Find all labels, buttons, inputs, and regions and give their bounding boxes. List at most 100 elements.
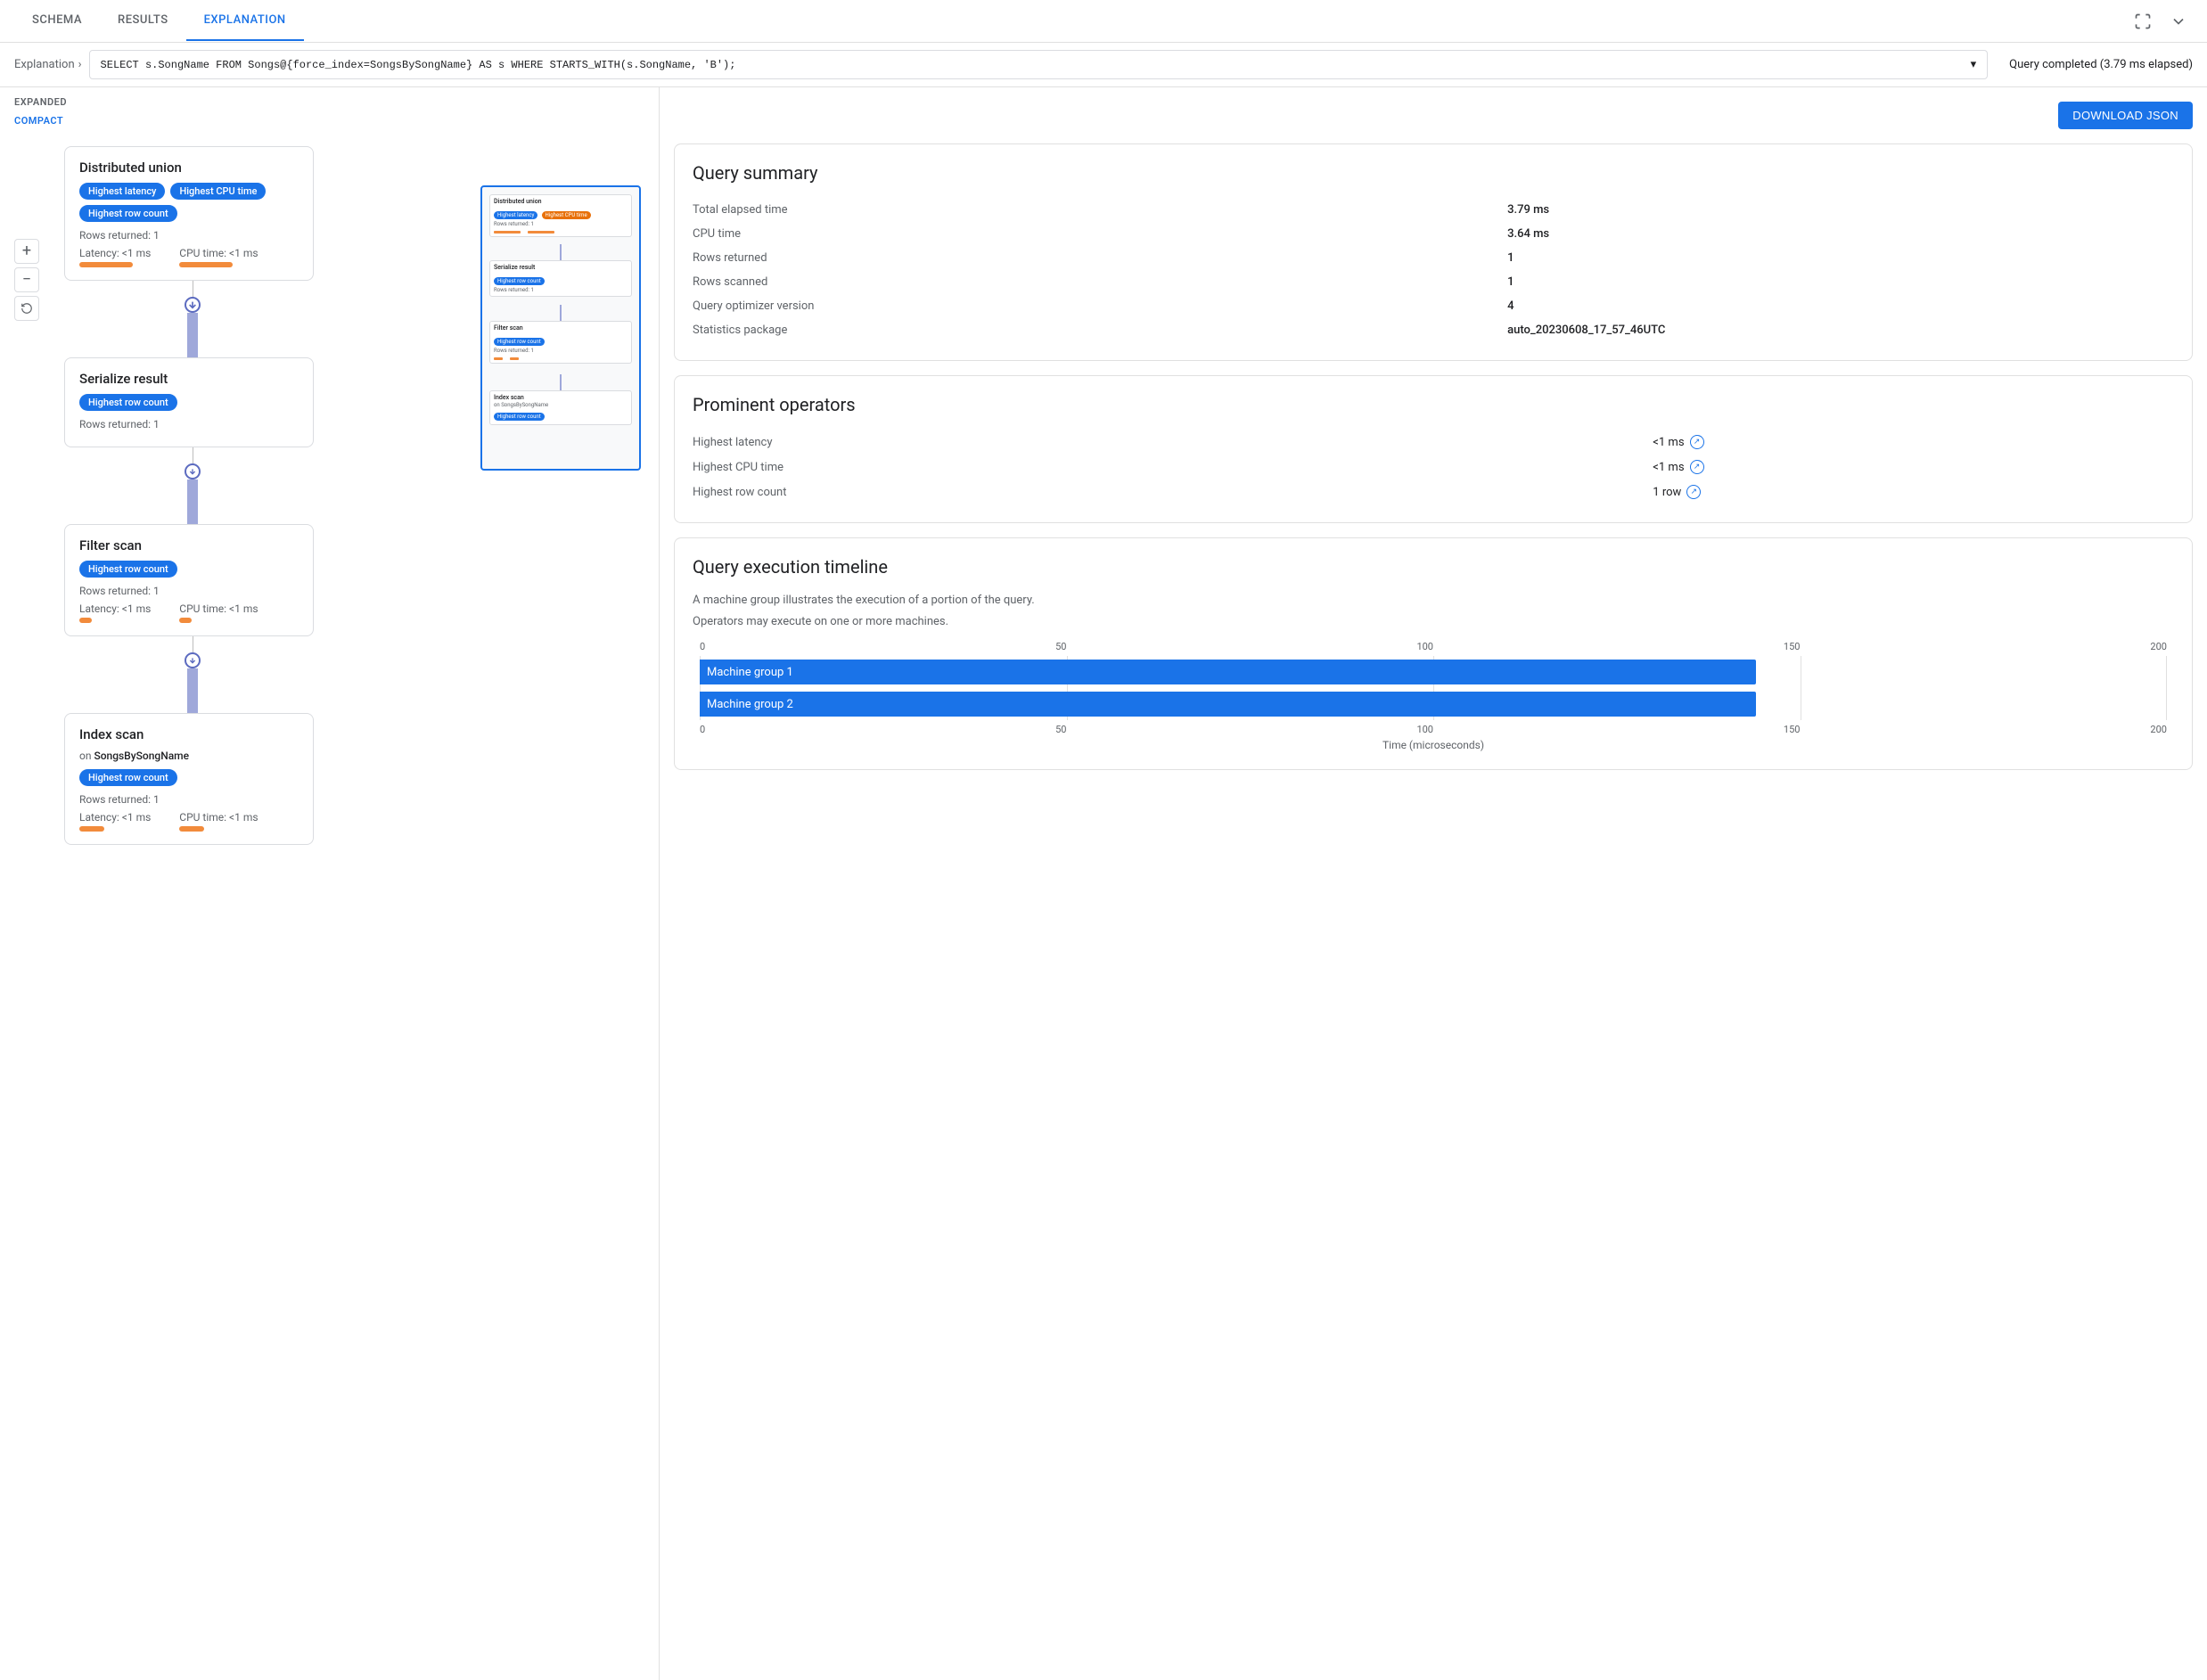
- bar-bg-2: Machine group 2: [700, 692, 2167, 717]
- cpu-metric-filter: CPU time: <1 ms: [179, 602, 258, 623]
- summary-row-stats: Statistics package auto_20230608_17_57_4…: [693, 318, 2174, 342]
- connector-3: [185, 636, 201, 713]
- bar-bg-1: Machine group 1: [700, 660, 2167, 684]
- diagram-area: + − Distributed union Highest latency Hi…: [0, 132, 659, 1680]
- query-input[interactable]: SELECT s.SongName FROM Songs@{force_inde…: [89, 50, 1989, 79]
- compact-view-btn[interactable]: COMPACT: [14, 113, 659, 128]
- badge-serialize-row-count: Highest row count: [79, 394, 177, 411]
- badge-highest-cpu-time: Highest CPU time: [170, 183, 266, 200]
- top-right-actions: [2129, 7, 2193, 36]
- node-serialize-result[interactable]: Serialize result Highest row count Rows …: [64, 357, 314, 447]
- summary-label-elapsed: Total elapsed time: [693, 198, 1507, 222]
- badges-filter-scan: Highest row count: [79, 561, 299, 578]
- mini-node-4: Index scan on SongsBySongName Highest ro…: [489, 390, 632, 425]
- op-val-rowcount-text: 1 row: [1653, 486, 1681, 499]
- tab-results[interactable]: RESULTS: [100, 1, 186, 41]
- bar-row-2: Machine group 2: [700, 692, 2167, 717]
- download-json-button[interactable]: DOWNLOAD JSON: [2058, 102, 2193, 129]
- fullscreen-icon[interactable]: [2129, 7, 2157, 36]
- summary-label-cpu: CPU time: [693, 222, 1507, 246]
- node-title-filter-scan: Filter scan: [79, 537, 299, 553]
- op-row-rowcount: Highest row count 1 row ↗: [693, 479, 2174, 504]
- node-filter-scan[interactable]: Filter scan Highest row count Rows retur…: [64, 524, 314, 636]
- bar-fill-2[interactable]: Machine group 2: [700, 692, 1756, 717]
- rows-returned-serialize: Rows returned: 1: [79, 418, 299, 430]
- summary-row-optimizer: Query optimizer version 4: [693, 294, 2174, 318]
- summary-row-rows-returned: Rows returned 1: [693, 246, 2174, 270]
- x-label-bot-50: 50: [1055, 724, 1066, 735]
- query-bar: Explanation › SELECT s.SongName FROM Son…: [0, 43, 2207, 87]
- op-link-cpu[interactable]: ↗: [1690, 460, 1704, 474]
- metrics-distributed-union: Latency: <1 ms CPU time: <1 ms: [79, 247, 299, 267]
- op-value-latency: <1 ms ↗: [1653, 430, 2174, 455]
- node-index-scan[interactable]: Index scan on SongsBySongName Highest ro…: [64, 713, 314, 845]
- bars-container: Machine group 1 Machine group 2: [700, 656, 2167, 720]
- timeline-desc-2: Operators may execute on one or more mac…: [693, 613, 2174, 631]
- tab-explanation[interactable]: EXPLANATION: [186, 1, 304, 41]
- metrics-index-scan: Latency: <1 ms CPU time: <1 ms: [79, 811, 299, 832]
- cpu-label: CPU time: <1 ms: [179, 247, 258, 259]
- summary-value-cpu: 3.64 ms: [1507, 222, 2174, 246]
- minimap[interactable]: Distributed union Highest latency Highes…: [480, 185, 641, 471]
- summary-label-rows-scanned: Rows scanned: [693, 270, 1507, 294]
- metrics-filter-scan: Latency: <1 ms CPU time: <1 ms: [79, 602, 299, 623]
- conn-rect-1: [187, 313, 198, 357]
- view-toggle: EXPANDED COMPACT: [0, 87, 659, 132]
- latency-bar: [79, 262, 133, 267]
- x-label-bot-150: 150: [1784, 724, 1801, 735]
- bar-row-1: Machine group 1: [700, 660, 2167, 684]
- summary-value-elapsed: 3.79 ms: [1507, 198, 2174, 222]
- latency-label: Latency: <1 ms: [79, 247, 151, 259]
- op-val-latency-text: <1 ms: [1653, 436, 1684, 449]
- op-label-cpu: Highest CPU time: [693, 455, 1653, 479]
- x-label-0: 0: [700, 641, 705, 652]
- mini-conn-2: [560, 305, 562, 321]
- query-summary-title: Query summary: [693, 162, 2174, 184]
- download-btn-container: DOWNLOAD JSON: [674, 102, 2193, 129]
- conn-dot-2: [185, 463, 201, 479]
- mini-node-3: Filter scan Highest row count Rows retur…: [489, 321, 632, 364]
- op-link-rowcount[interactable]: ↗: [1686, 485, 1701, 499]
- zoom-in-button[interactable]: +: [14, 239, 39, 264]
- badges-index-scan: Highest row count: [79, 769, 299, 786]
- bar-fill-1[interactable]: Machine group 1: [700, 660, 1756, 684]
- summary-label-stats: Statistics package: [693, 318, 1507, 342]
- conn-rect-2: [187, 479, 198, 524]
- execution-timeline-card: Query execution timeline A machine group…: [674, 537, 2193, 770]
- query-summary-card: Query summary Total elapsed time 3.79 ms…: [674, 143, 2193, 361]
- latency-metric-filter: Latency: <1 ms: [79, 602, 151, 623]
- right-panel: DOWNLOAD JSON Query summary Total elapse…: [660, 87, 2207, 1680]
- cpu-metric-index: CPU time: <1 ms: [179, 811, 258, 832]
- dropdown-arrow-icon[interactable]: ▾: [1971, 58, 1977, 71]
- zoom-out-button[interactable]: −: [14, 267, 39, 292]
- badge-filter-row-count: Highest row count: [79, 561, 177, 578]
- node-distributed-union[interactable]: Distributed union Highest latency Highes…: [64, 146, 314, 281]
- expanded-view-btn[interactable]: EXPANDED: [14, 94, 659, 110]
- cpu-label-index: CPU time: <1 ms: [179, 811, 258, 824]
- op-row-cpu: Highest CPU time <1 ms ↗: [693, 455, 2174, 479]
- summary-table: Total elapsed time 3.79 ms CPU time 3.64…: [693, 198, 2174, 342]
- cpu-metric-distributed-union: CPU time: <1 ms: [179, 247, 258, 267]
- op-link-latency[interactable]: ↗: [1690, 435, 1704, 449]
- query-status: Query completed (3.79 ms elapsed): [2009, 58, 2193, 71]
- x-axis-top-labels: 0 50 100 150 200: [700, 641, 2167, 652]
- cpu-bar-index: [179, 826, 204, 832]
- mini-node-2: Serialize result Highest row count Rows …: [489, 260, 632, 297]
- chevron-down-icon[interactable]: [2164, 7, 2193, 36]
- node-subtitle-index-scan: on SongsBySongName: [79, 750, 299, 762]
- zoom-reset-button[interactable]: [14, 296, 39, 321]
- latency-label-index: Latency: <1 ms: [79, 811, 151, 824]
- x-label-bot-0: 0: [700, 724, 705, 735]
- breadcrumb: Explanation ›: [14, 58, 82, 71]
- x-axis-bottom-labels: 0 50 100 150 200: [700, 724, 2167, 735]
- nodes-container: Distributed union Highest latency Highes…: [64, 139, 421, 1673]
- latency-metric-index: Latency: <1 ms: [79, 811, 151, 832]
- tab-schema[interactable]: SCHEMA: [14, 1, 100, 41]
- execution-timeline-title: Query execution timeline: [693, 556, 2174, 578]
- rows-returned-index: Rows returned: 1: [79, 793, 299, 806]
- cpu-bar: [179, 262, 233, 267]
- op-val-cpu-text: <1 ms: [1653, 461, 1684, 474]
- badges-serialize-result: Highest row count: [79, 394, 299, 411]
- summary-value-optimizer: 4: [1507, 294, 2174, 318]
- minimap-inner: Distributed union Highest latency Highes…: [486, 191, 636, 465]
